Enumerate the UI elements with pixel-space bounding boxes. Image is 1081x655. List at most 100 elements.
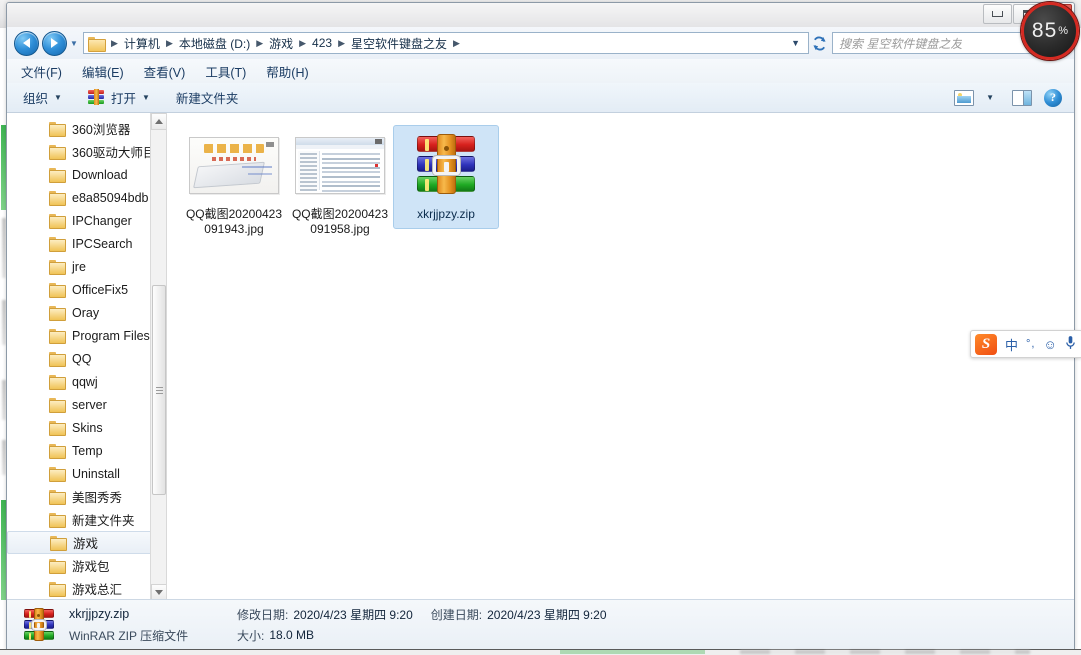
title-bar [7, 3, 1074, 27]
tree-item[interactable]: OfficeFix5 [7, 278, 166, 301]
tree-item[interactable]: e8a85094bdb [7, 186, 166, 209]
tree-item[interactable]: qqwj [7, 370, 166, 393]
help-icon[interactable]: ? [1044, 88, 1062, 107]
view-mode-icon[interactable] [954, 89, 975, 106]
menu-item-help[interactable]: 帮助(H) [266, 62, 308, 81]
ime-emoji-icon[interactable]: ☺ [1043, 337, 1056, 352]
tree-item[interactable]: Oray [7, 301, 166, 324]
ime-mode-button[interactable]: 中 [1005, 335, 1018, 354]
tree-item[interactable]: Skins [7, 416, 166, 439]
recent-locations-button[interactable]: ▼ [67, 39, 81, 48]
file-name-label: QQ截图20200423091943.jpg [185, 207, 283, 236]
folder-icon [49, 421, 66, 436]
breadcrumb-separator[interactable]: ▶ [449, 38, 464, 49]
tree-item[interactable]: IPChanger [7, 209, 166, 232]
bottom-green-artifact [560, 650, 705, 654]
breadcrumb: ▶ 计算机 ▶ 本地磁盘 (D:) ▶ 游戏 ▶ 423 ▶ 星空软件键盘之友 … [86, 34, 785, 53]
status-row-top: xkrjjpzy.zip 修改日期: 2020/4/23 星期四 9:20 创建… [69, 606, 607, 623]
breadcrumb-item-games[interactable]: 游戏 [267, 34, 295, 53]
folder-tree: 360浏览器 360驱动大师目 Download e8a85094bdb IPC… [7, 113, 166, 600]
folder-icon [49, 490, 66, 505]
breadcrumb-separator[interactable]: ▶ [162, 38, 177, 49]
organize-button[interactable]: 组织 ▼ [23, 88, 62, 107]
sogou-logo-icon[interactable]: S [975, 333, 997, 355]
tree-item[interactable]: Uninstall [7, 462, 166, 485]
scroll-up-button[interactable] [151, 113, 166, 130]
tree-item[interactable]: 游戏包 [7, 554, 166, 577]
scrollbar-thumb[interactable] [152, 285, 166, 495]
back-button[interactable] [14, 30, 39, 56]
file-item-jpg-2[interactable]: QQ截图20200423091958.jpg [287, 125, 393, 244]
breadcrumb-item-423[interactable]: 423 [310, 35, 334, 51]
status-modified-value: 2020/4/23 星期四 9:20 [293, 607, 413, 622]
address-dropdown-button[interactable]: ▼ [785, 38, 806, 48]
tree-item[interactable]: 游戏总汇 [7, 577, 166, 600]
folder-icon [49, 168, 66, 183]
status-row-bottom: WinRAR ZIP 压缩文件 大小: 18.0 MB [69, 627, 607, 644]
file-item-jpg-1[interactable]: QQ截图20200423091943.jpg [181, 125, 287, 244]
folder-icon [49, 145, 66, 160]
tree-item[interactable]: 新建文件夹 [7, 508, 166, 531]
tree-item-label: Uninstall [72, 466, 120, 481]
thumbnail-frame [291, 130, 389, 200]
tree-item[interactable]: 美图秀秀 [7, 485, 166, 508]
tree-item-label: 360浏览器 [72, 123, 131, 137]
winrar-icon [415, 134, 477, 194]
preview-pane-icon[interactable] [1012, 89, 1032, 106]
tree-item-selected[interactable]: 游戏 [7, 531, 160, 554]
menu-item-edit[interactable]: 编辑(E) [82, 62, 124, 81]
tree-item-label: e8a85094bdb [72, 190, 149, 205]
tree-item-label: 游戏总汇 [72, 583, 123, 597]
status-modified-label: 修改日期: [237, 607, 289, 622]
tree-item-label: server [72, 397, 107, 412]
breadcrumb-item-computer[interactable]: 计算机 [122, 34, 162, 53]
open-button[interactable]: 打开 ▼ [87, 88, 150, 107]
scrollbar-grip-icon [155, 385, 163, 396]
breadcrumb-item-drive[interactable]: 本地磁盘 (D:) [177, 34, 252, 53]
breadcrumb-separator[interactable]: ▶ [252, 38, 267, 49]
tree-item[interactable]: jre [7, 255, 166, 278]
menu-item-file[interactable]: 文件(F) [21, 62, 62, 81]
breadcrumb-separator[interactable]: ▶ [107, 38, 122, 49]
status-size-value: 18.0 MB [269, 628, 315, 642]
menu-item-tools[interactable]: 工具(T) [205, 62, 246, 81]
file-item-zip-selected[interactable]: xkrjjpzy.zip [393, 125, 499, 229]
folder-icon [49, 352, 66, 367]
forward-button[interactable] [42, 30, 67, 56]
folder-icon [49, 237, 66, 252]
tree-item[interactable]: Program Files [7, 324, 166, 347]
tree-item[interactable]: Temp [7, 439, 166, 462]
chevron-down-icon: ▼ [141, 93, 150, 102]
organize-label: 组织 [23, 92, 49, 106]
menu-item-view[interactable]: 查看(V) [144, 62, 186, 81]
tree-item[interactable]: 360驱动大师目 [7, 140, 166, 163]
open-label: 打开 [110, 92, 136, 106]
tree-item-label: 新建文件夹 [72, 514, 135, 528]
tree-item-label: IPCSearch [72, 236, 133, 251]
file-list-pane[interactable]: QQ截图20200423091943.jpg QQ截图2020042309195… [167, 113, 1074, 601]
tree-item[interactable]: QQ [7, 347, 166, 370]
folder-icon [49, 559, 66, 574]
breadcrumb-separator[interactable]: ▶ [295, 38, 310, 49]
tree-item[interactable]: server [7, 393, 166, 416]
address-bar[interactable]: ▶ 计算机 ▶ 本地磁盘 (D:) ▶ 游戏 ▶ 423 ▶ 星空软件键盘之友 … [83, 32, 809, 54]
tree-item[interactable]: 360浏览器 [7, 117, 166, 140]
ime-voice-icon[interactable] [1065, 335, 1076, 353]
image-thumbnail [189, 136, 279, 194]
ime-toolbar[interactable]: S 中 °, ☺ [970, 330, 1081, 358]
badge-unit: % [1058, 25, 1069, 37]
ime-punctuation-button[interactable]: °, [1026, 338, 1035, 350]
refresh-icon[interactable] [809, 33, 829, 53]
new-folder-button[interactable]: 新建文件夹 [176, 88, 239, 107]
chevron-down-icon[interactable]: ▼ [986, 93, 994, 102]
tree-item-label: IPChanger [72, 213, 132, 228]
folder-icon [49, 467, 66, 482]
navigation-scrollbar[interactable] [150, 113, 166, 601]
folder-icon [49, 306, 66, 321]
tree-item[interactable]: Download [7, 163, 166, 186]
tree-item[interactable]: IPCSearch [7, 232, 166, 255]
minimize-button[interactable] [983, 4, 1012, 24]
breadcrumb-separator[interactable]: ▶ [334, 38, 349, 49]
breadcrumb-item-current[interactable]: 星空软件键盘之友 [349, 34, 449, 53]
tree-item-label: qqwj [72, 374, 98, 389]
